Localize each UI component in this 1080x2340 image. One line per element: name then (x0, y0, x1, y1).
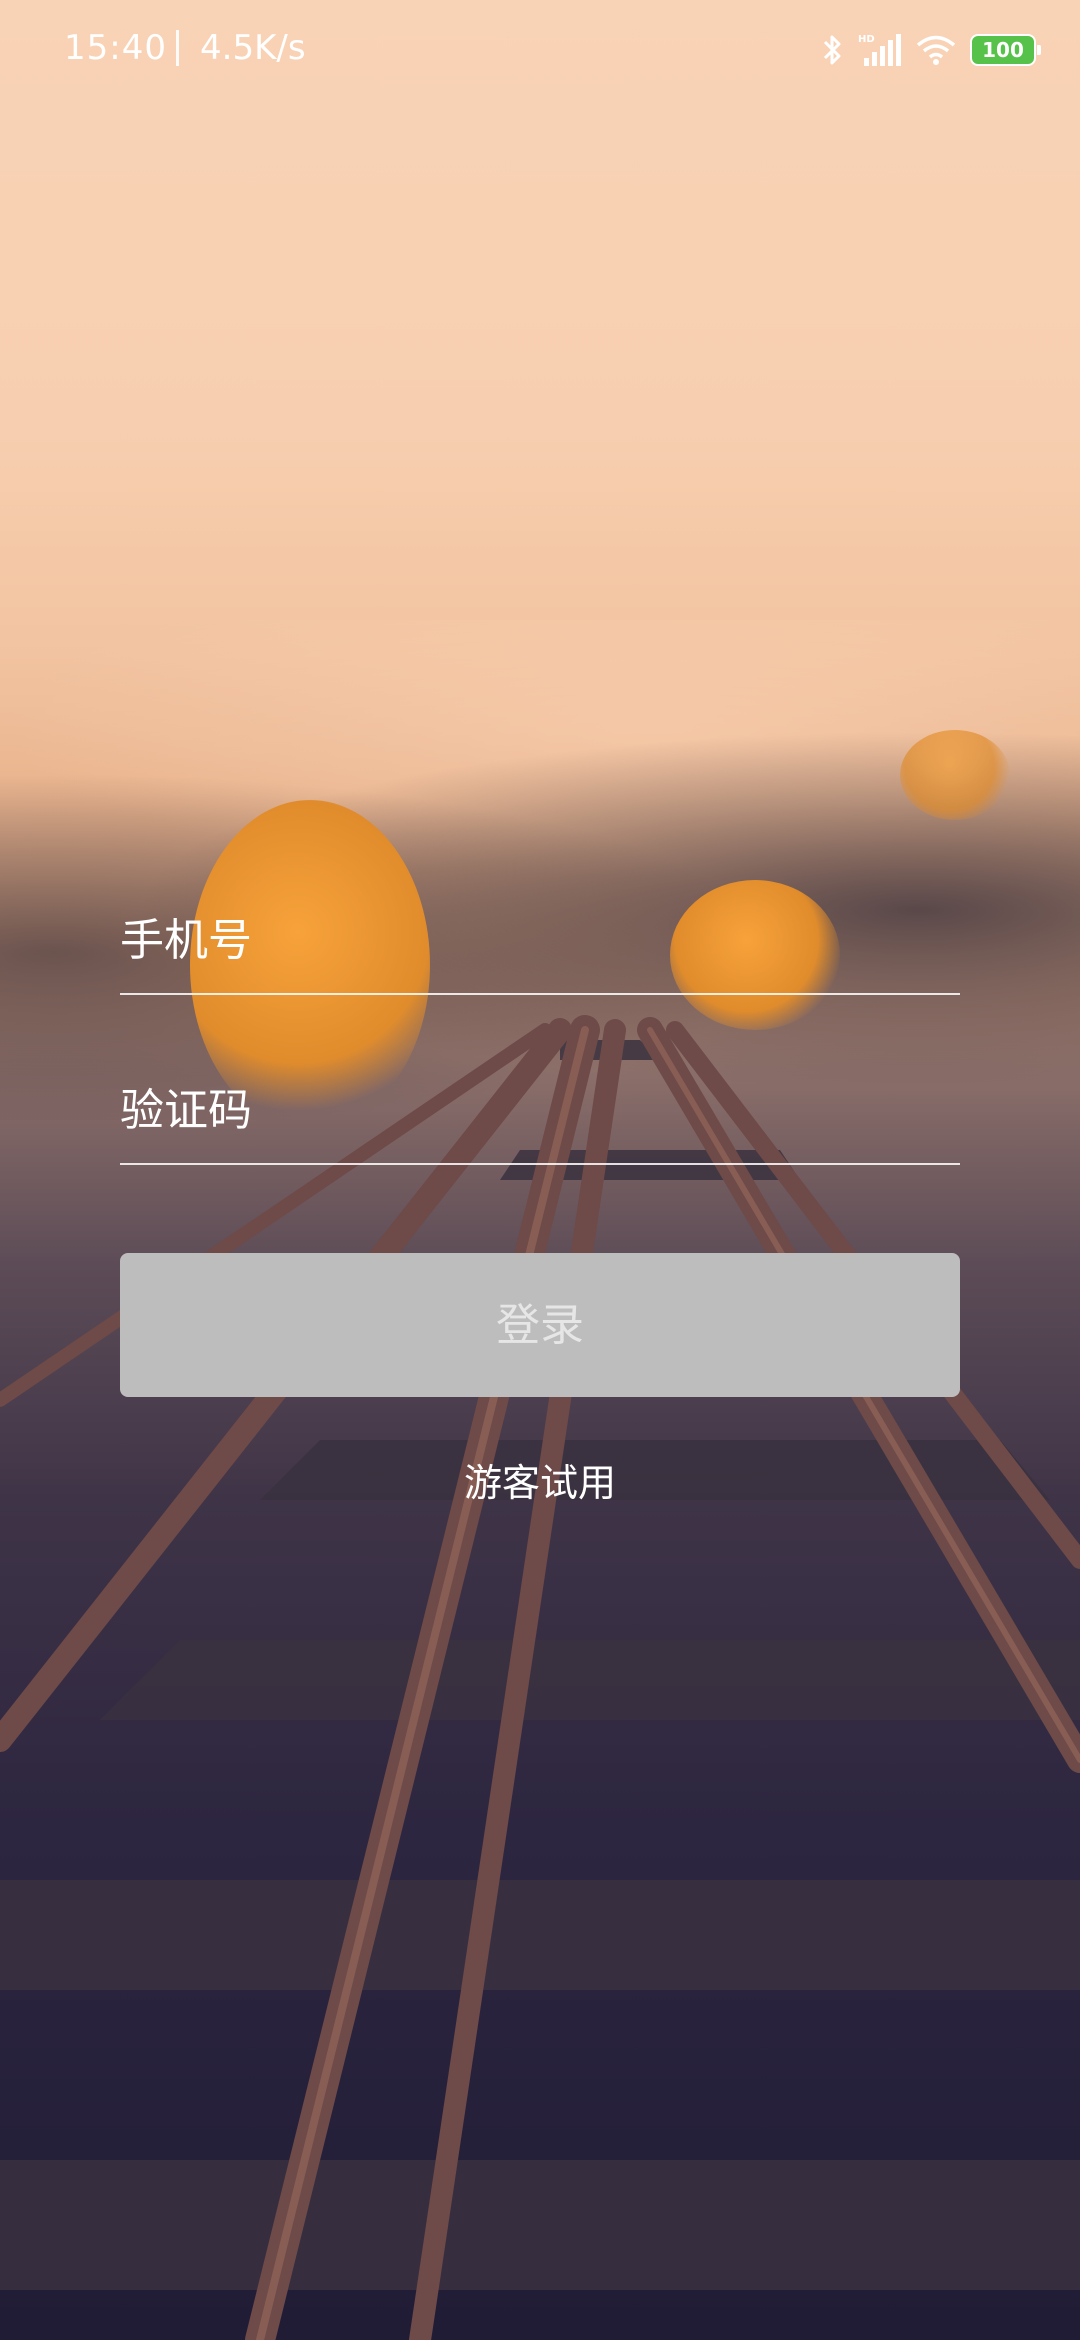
hd-signal-icon: HD (858, 34, 901, 66)
status-time: 15:40 (64, 28, 167, 68)
login-screen: 15:40 4.5K/s HD 100 手机号 验证码 登录 游客试用 (0, 0, 1080, 2340)
guest-trial-link[interactable]: 游客试用 (0, 1452, 1080, 1507)
phone-field (120, 893, 960, 995)
login-button[interactable]: 登录 (120, 1253, 960, 1397)
bluetooth-icon (823, 35, 841, 65)
network-speed: 4.5K/s (200, 28, 306, 68)
status-bar: 15:40 4.5K/s HD 100 (0, 0, 1080, 100)
status-separator (176, 30, 179, 66)
battery-icon: 100 (970, 34, 1041, 66)
svg-text:HD: HD (858, 34, 875, 45)
railway-tracks-image (0, 1015, 1080, 2340)
status-icons: HD 100 (822, 30, 1041, 70)
verification-code-field (120, 1063, 960, 1165)
wifi-icon (916, 35, 956, 65)
phone-input[interactable] (120, 905, 960, 975)
verification-code-input[interactable] (120, 1075, 960, 1145)
